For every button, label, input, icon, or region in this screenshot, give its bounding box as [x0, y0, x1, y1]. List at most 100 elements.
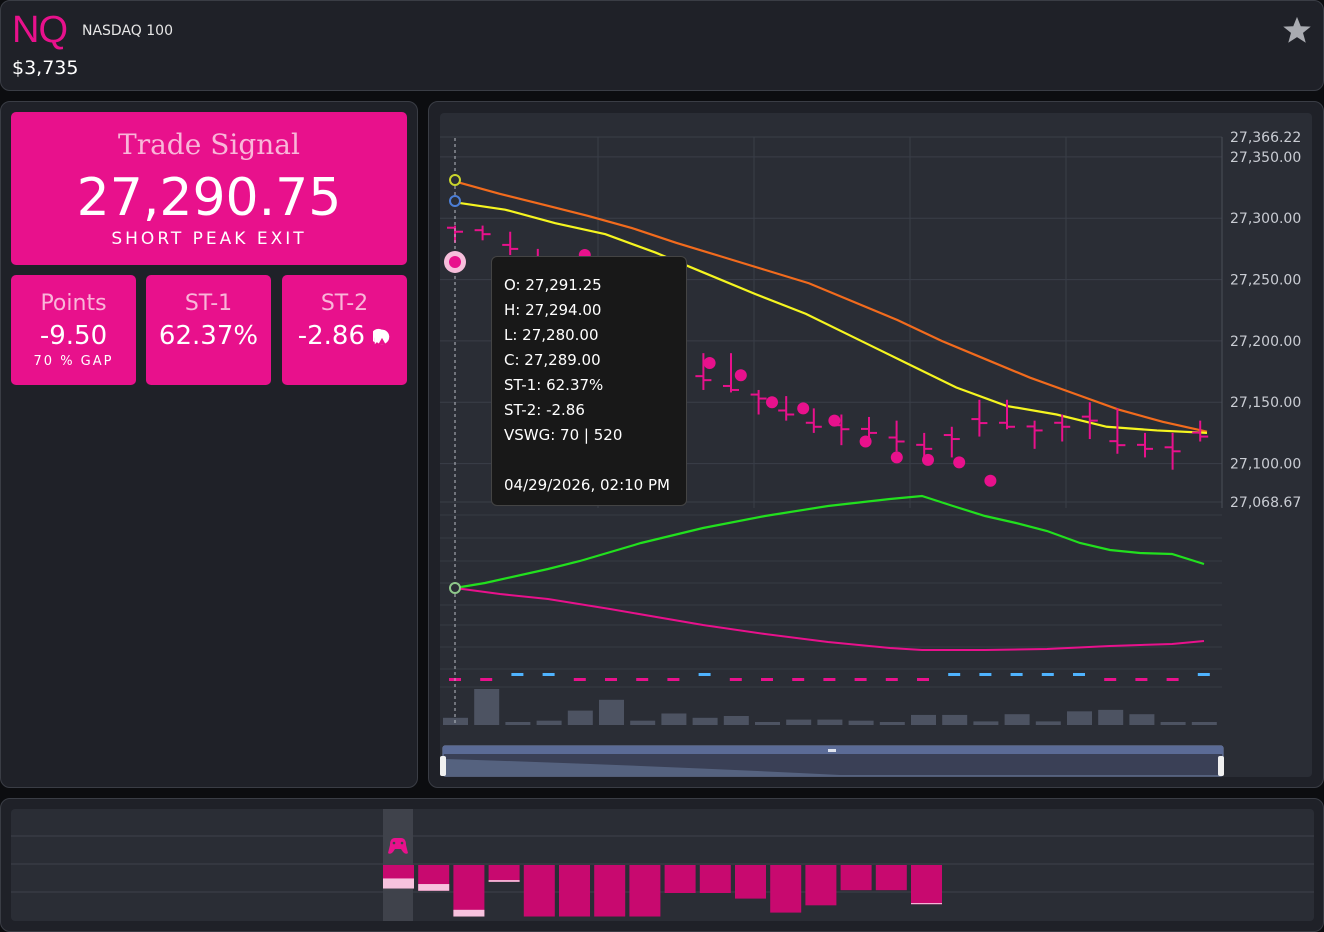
signal-marker — [1041, 673, 1054, 676]
tooltip-spacer — [504, 448, 674, 473]
pacman-icon — [371, 328, 390, 344]
navigator-grip — [828, 749, 836, 752]
signal-marker — [605, 678, 617, 681]
signal-marker — [729, 678, 742, 681]
tooltip-open: O: 27,291.25 — [504, 276, 602, 294]
points-value: -9.50 — [39, 321, 108, 351]
signal-marker — [1135, 678, 1148, 681]
signal-marker — [511, 673, 524, 676]
histogram-bar — [770, 865, 802, 913]
histogram-bar — [805, 865, 837, 906]
st2-title: ST-2 — [320, 291, 369, 316]
histogram-bar — [453, 865, 485, 917]
histogram-bars — [383, 865, 942, 917]
signal-dot — [766, 396, 778, 409]
chart-panel: 27,366.22 27,350.00 27,300.00 27,250.00 27,2… — [428, 101, 1324, 788]
histogram-bar — [523, 865, 555, 917]
tooltip-low: L: 27,280.00 — [504, 326, 599, 344]
signal-dot — [890, 451, 903, 464]
histogram-bar — [911, 865, 942, 905]
volume-bar — [1160, 722, 1186, 725]
histogram-bar — [699, 865, 731, 893]
volume-bar — [1067, 711, 1092, 725]
volume-bar — [848, 720, 874, 725]
navigator-right-handle — [1218, 756, 1224, 776]
tooltip-st1: ST-1: 62.37% — [504, 376, 604, 394]
signal-dot — [703, 356, 716, 369]
volume-bar — [567, 710, 593, 725]
signal-marker — [480, 678, 493, 681]
y-tick-label: 27,366.22 — [1230, 130, 1301, 146]
volume-bar — [973, 721, 999, 725]
trade-signal-card: Trade Signal 27,290.75 SHORT PEAK EXIT — [11, 112, 407, 265]
signal-marker — [854, 678, 867, 681]
signal-markers — [449, 673, 1210, 681]
y-axis-labels: 27,366.22 27,350.00 27,300.00 27,250.00 27,2… — [1230, 130, 1301, 511]
volume-bar — [1098, 709, 1124, 725]
volume-bar — [817, 719, 843, 725]
signal-marker — [948, 673, 961, 676]
signal-marker — [917, 678, 929, 681]
st1-card: ST-1 62.37% — [146, 275, 271, 385]
histogram-bar — [875, 865, 907, 891]
st2-value-row: -2.86 — [282, 321, 407, 351]
volume-bar — [911, 714, 936, 725]
histogram-bar-highlight — [453, 909, 485, 917]
star-icon[interactable] — [1282, 15, 1312, 45]
volume-bar — [1191, 722, 1217, 725]
histogram-bar — [559, 865, 590, 917]
tooltip-close: C: 27,289.00 — [504, 351, 601, 369]
histogram-svg[interactable] — [11, 809, 1314, 921]
signal-marker — [542, 673, 555, 676]
volume-bar — [879, 722, 905, 725]
volume-bar — [536, 720, 562, 725]
histogram-chart[interactable] — [11, 809, 1314, 921]
orange-line-cursor-point — [449, 174, 461, 186]
volume-bar — [1129, 714, 1155, 725]
signal-dot — [922, 453, 934, 466]
histogram-bar — [629, 865, 661, 917]
points-gap: 70 % GAP — [33, 354, 114, 369]
volume-bar — [942, 714, 968, 725]
volume-bar — [630, 720, 656, 725]
range-navigator[interactable] — [440, 745, 1224, 777]
histogram-bar — [594, 865, 626, 917]
st2-value: -2.86 — [297, 321, 365, 351]
price-chart[interactable]: 27,366.22 27,350.00 27,300.00 27,250.00 27,2… — [440, 113, 1312, 777]
histogram-bar — [735, 865, 766, 899]
signal-marker — [792, 678, 805, 681]
histogram-panel — [0, 798, 1324, 932]
volume-bar — [755, 722, 780, 725]
signal-marker — [761, 678, 773, 681]
histogram-bar — [488, 865, 520, 882]
signal-marker — [636, 678, 649, 681]
histogram-bar-highlight — [488, 880, 520, 882]
header-bar: NQ NASDAQ 100 $3,735 — [0, 0, 1324, 91]
account-price: $3,735 — [12, 57, 79, 79]
y-tick-label: 27,150.00 — [1230, 395, 1301, 411]
signal-marker — [573, 678, 586, 681]
tooltip-time: 04/29/2026, 02:10 PM — [504, 476, 670, 494]
navigator-left-handle — [440, 756, 446, 776]
volume-bar — [692, 717, 718, 725]
tooltip-vswg: VSWG: 70 | 520 — [504, 426, 623, 444]
points-title: Points — [40, 291, 107, 316]
candle-tooltip: O: 27,291.25 H: 27,294.00 L: 27,280.00 C… — [491, 256, 687, 506]
histogram-bar-highlight — [911, 903, 942, 905]
y-tick-label: 27,250.00 — [1230, 273, 1301, 289]
green-line-cursor-point — [449, 582, 461, 594]
signal-marker — [698, 673, 711, 676]
signal-dot — [734, 369, 747, 382]
signal-marker — [1104, 678, 1117, 681]
histogram-bar — [840, 865, 872, 891]
signal-marker — [979, 673, 992, 676]
tooltip-high: H: 27,294.00 — [504, 301, 602, 319]
signal-title: Trade Signal — [118, 128, 300, 161]
volume-bar — [474, 689, 500, 725]
volume-bar — [723, 716, 749, 725]
volume-bar — [661, 713, 687, 725]
y-tick-label: 27,300.00 — [1230, 211, 1301, 227]
points-card: Points -9.50 70 % GAP — [11, 275, 136, 385]
histogram-grid — [11, 835, 1314, 893]
y-tick-label: 27,100.00 — [1230, 457, 1301, 473]
